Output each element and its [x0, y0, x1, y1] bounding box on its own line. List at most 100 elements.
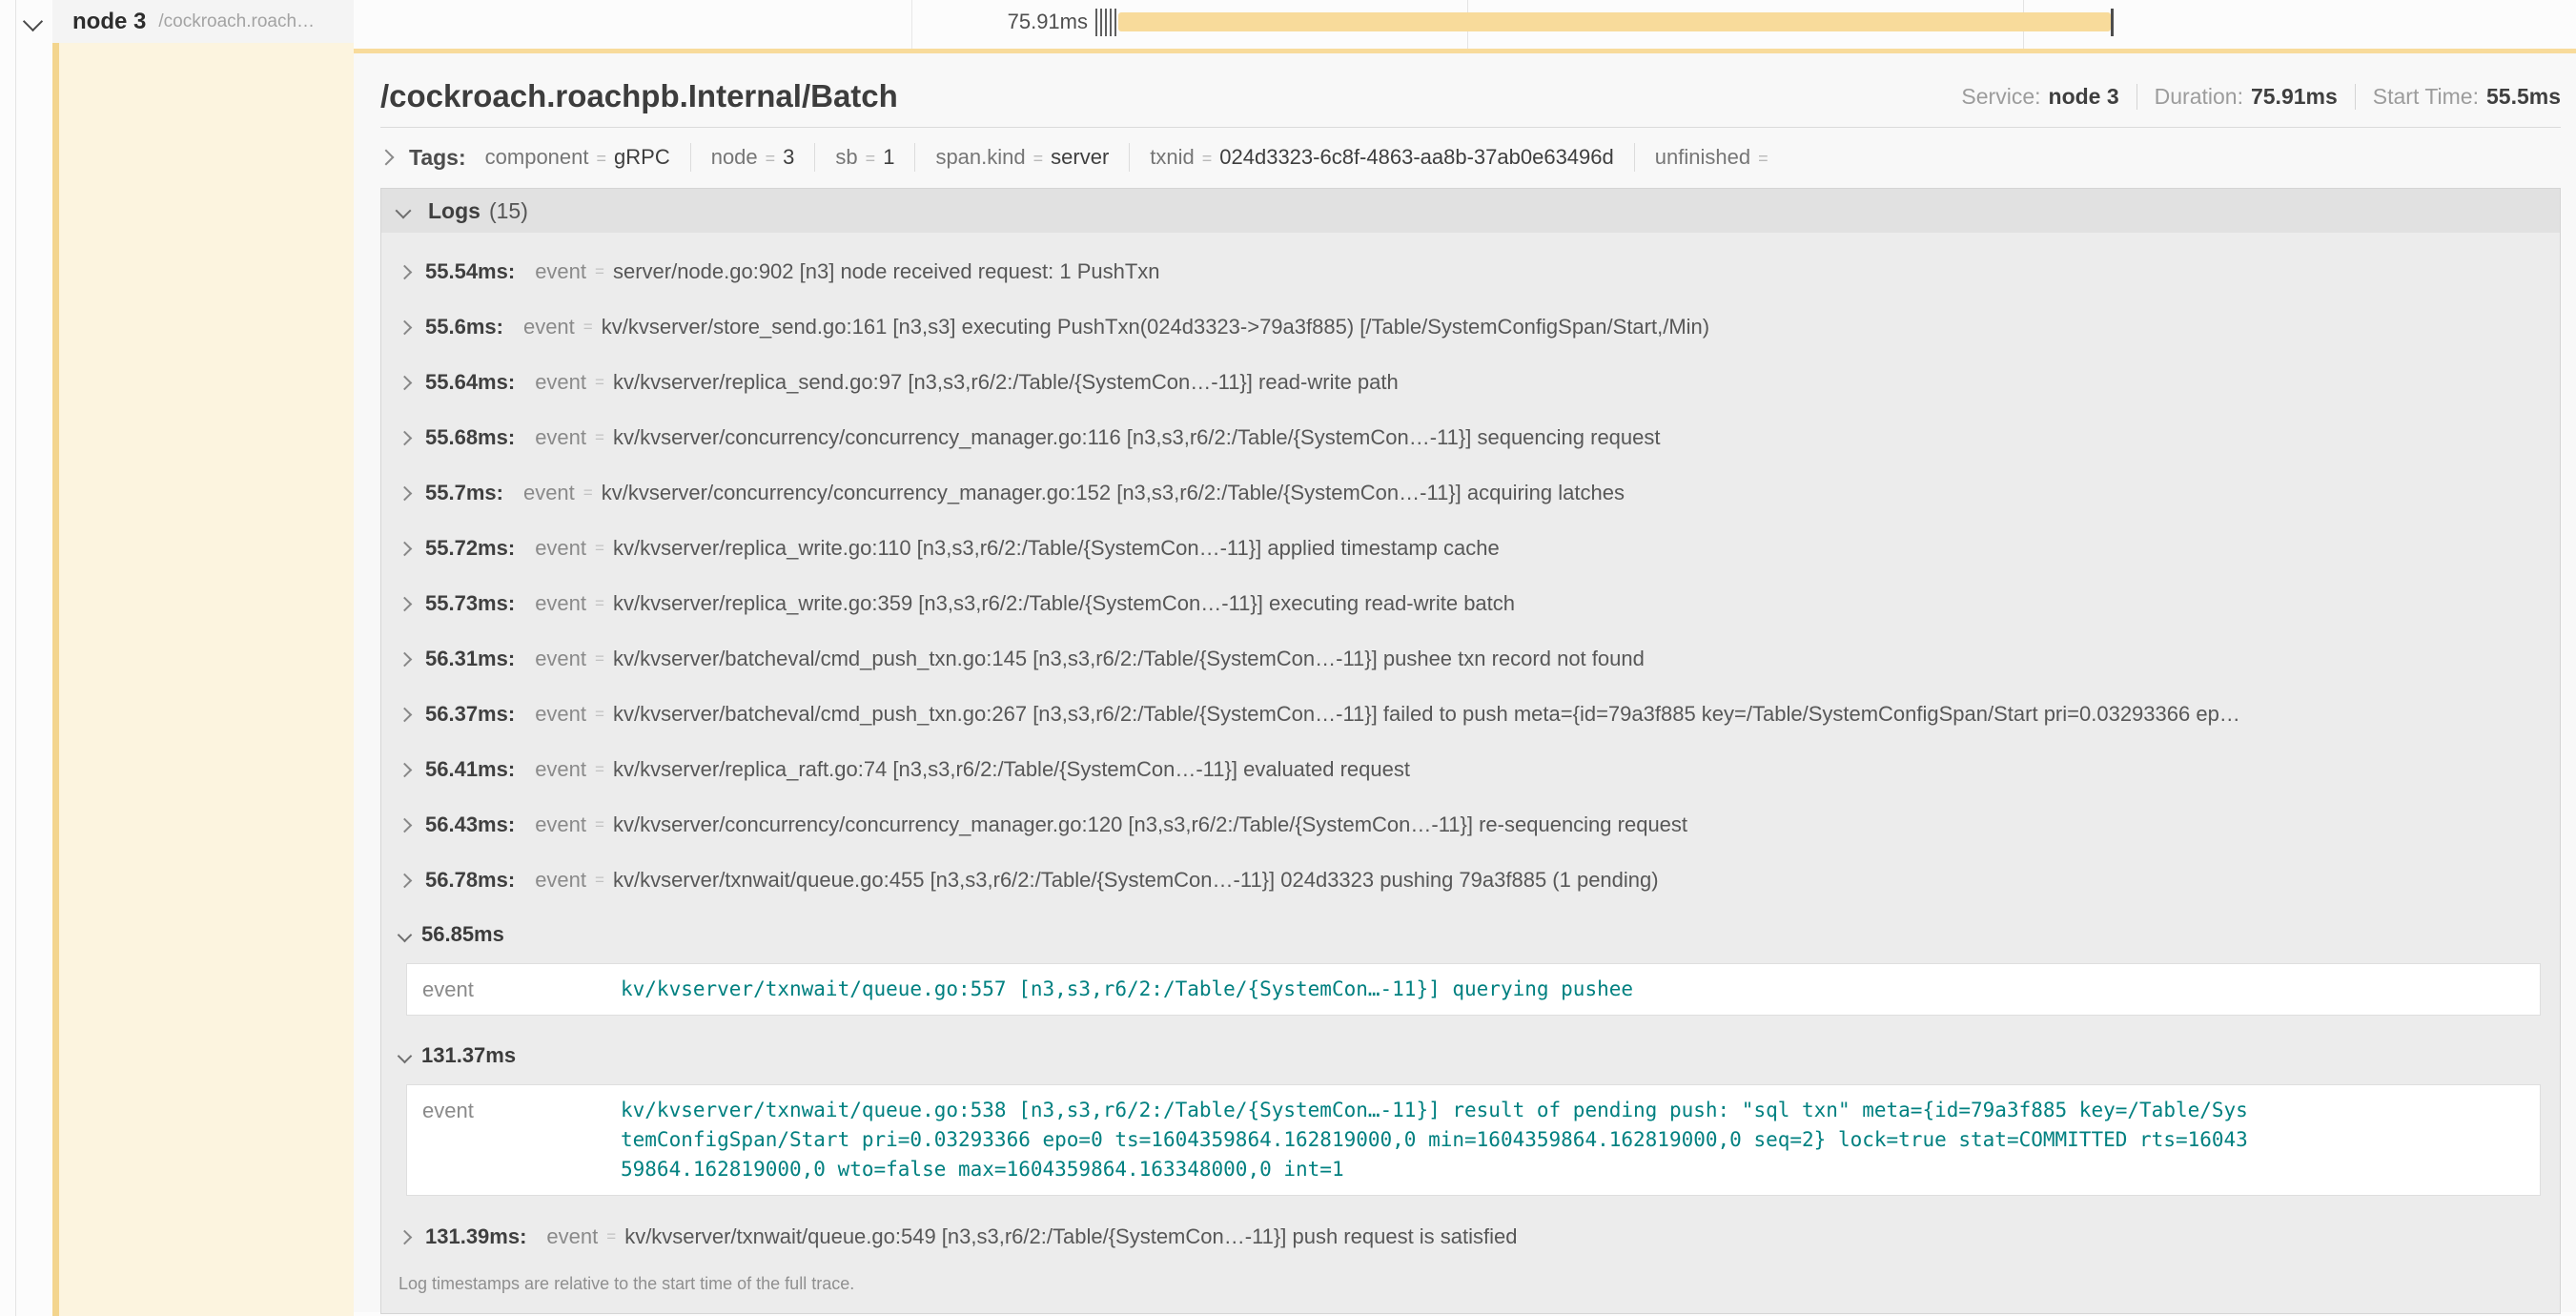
logs-title: Logs: [428, 198, 480, 224]
tag-equals: =: [866, 149, 876, 169]
log-entry-expanded-header[interactable]: 56.85ms: [397, 908, 2546, 961]
log-entry-row[interactable]: 55.73ms:event=kv/kvserver/replica_write.…: [397, 576, 2546, 631]
log-field-key: event: [422, 975, 621, 1004]
log-entry-row[interactable]: 56.43ms:event=kv/kvserver/concurrency/co…: [397, 797, 2546, 853]
log-equals: =: [595, 815, 604, 834]
overview-item: Service: node 3: [1961, 84, 2118, 110]
overview-label: Start Time:: [2373, 84, 2479, 109]
chevron-right-icon: [398, 485, 413, 501]
span-bar-row[interactable]: node 3 /cockroach.roach… 75.91ms: [0, 0, 2576, 43]
log-entry-row[interactable]: 56.41ms:event=kv/kvserver/replica_raft.g…: [397, 742, 2546, 797]
overview-label: Service:: [1961, 84, 2040, 109]
log-entry-row[interactable]: 55.64ms:event=kv/kvserver/replica_send.g…: [397, 355, 2546, 410]
log-equals: =: [595, 594, 604, 613]
log-timestamp: 55.7ms:: [425, 481, 503, 505]
overview-value: 55.5ms: [2486, 84, 2561, 109]
log-entry-row[interactable]: 55.7ms:event=kv/kvserver/concurrency/con…: [397, 465, 2546, 521]
log-field-key: event: [535, 370, 586, 395]
log-equals: =: [595, 871, 604, 890]
collapse-span-chevron-down-icon[interactable]: [23, 11, 43, 31]
log-timestamp: 55.68ms:: [425, 425, 515, 450]
log-keyvalues-table: eventkv/kvserver/txnwait/queue.go:557 [n…: [406, 963, 2541, 1016]
log-equals: =: [606, 1227, 616, 1246]
log-message: server/node.go:902 [n3] node received re…: [613, 259, 1160, 284]
tags-label: Tags:: [409, 145, 466, 171]
log-message: kv/kvserver/replica_raft.go:74 [n3,s3,r6…: [613, 757, 1410, 782]
log-timestamp: 55.54ms:: [425, 259, 515, 284]
log-field-key: event: [523, 481, 575, 505]
log-entry-row[interactable]: 56.37ms:event=kv/kvserver/batcheval/cmd_…: [397, 687, 2546, 742]
title-divider: [380, 127, 2561, 128]
log-timestamp: 56.37ms:: [425, 702, 515, 727]
tag-key: span.kind: [935, 145, 1025, 170]
chevron-down-icon: [398, 927, 413, 942]
log-field-key: event: [535, 647, 586, 671]
overview-item: Start Time: 55.5ms: [2373, 84, 2561, 110]
log-message: kv/kvserver/store_send.go:161 [n3,s3] ex…: [602, 315, 1709, 339]
span-overview: Service:node 3Duration:75.91msStart Time…: [1961, 84, 2561, 110]
log-field-key: event: [535, 702, 586, 727]
log-entry-row[interactable]: 55.68ms:event=kv/kvserver/concurrency/co…: [397, 410, 2546, 465]
overview-value: node 3: [2049, 84, 2119, 109]
tag-separator: [814, 143, 815, 172]
tag-equals: =: [1758, 149, 1768, 169]
tag-equals: =: [597, 149, 607, 169]
chevron-right-icon: [398, 541, 413, 556]
span-indent-column: [52, 43, 354, 1316]
log-equals: =: [595, 428, 604, 447]
log-timestamp: 131.37ms: [421, 1043, 516, 1068]
chevron-down-icon: [396, 203, 412, 219]
tag-key: node: [711, 145, 758, 170]
tag-key: sb: [835, 145, 857, 170]
chevron-right-icon: [398, 817, 413, 833]
tag-value: 3: [783, 145, 794, 170]
log-entry-row[interactable]: 55.72ms:event=kv/kvserver/replica_write.…: [397, 521, 2546, 576]
chevron-right-icon: [398, 264, 413, 279]
log-entry-row[interactable]: 131.39ms:event=kv/kvserver/txnwait/queue…: [397, 1209, 2546, 1265]
log-field-key: event: [535, 591, 586, 616]
logs-count: (15): [489, 198, 528, 224]
log-entry-row[interactable]: 56.31ms:event=kv/kvserver/batcheval/cmd_…: [397, 631, 2546, 687]
log-entry-row[interactable]: 56.78ms:event=kv/kvserver/txnwait/queue.…: [397, 853, 2546, 908]
logs-list: 55.54ms: event = server/node.go:902 [n3] no…: [381, 233, 2560, 1313]
chevron-right-icon: [378, 150, 395, 166]
span-duration-bar[interactable]: [1118, 12, 2111, 31]
span-detail-header: /cockroach.roachpb.Internal/Batch Servic…: [380, 76, 2561, 116]
log-equals: =: [583, 483, 593, 503]
log-entry-row[interactable]: 55.54ms:event=server/node.go:902 [n3] no…: [397, 244, 2546, 299]
logs-accordion-header[interactable]: Logs (15): [381, 189, 2560, 233]
log-message: kv/kvserver/replica_send.go:97 [n3,s3,r6…: [613, 370, 1399, 395]
chevron-right-icon: [398, 651, 413, 667]
log-message: kv/kvserver/batcheval/cmd_push_txn.go:14…: [613, 647, 1645, 671]
tag-separator: [914, 143, 915, 172]
span-end-log-tick: [2111, 9, 2114, 36]
log-timestamp: 55.64ms:: [425, 370, 515, 395]
timeline-left-rule: [15, 0, 16, 1316]
tags-accordion-header[interactable]: Tags: component=gRPCnode=3sb=1span.kind=…: [380, 136, 2561, 178]
tag-item: node=3: [711, 145, 795, 170]
overview-label: Duration:: [2155, 84, 2243, 109]
tag-separator: [1634, 143, 1635, 172]
tag-key: txnid: [1150, 145, 1194, 170]
log-message: kv/kvserver/concurrency/concurrency_mana…: [613, 425, 1661, 450]
logs-accordion: Logs (15) 55.54ms: event = server/node.go:9…: [380, 188, 2561, 1314]
log-message: kv/kvserver/txnwait/queue.go:455 [n3,s3,…: [613, 868, 1659, 893]
chevron-right-icon: [398, 1229, 413, 1244]
tag-value: server: [1051, 145, 1109, 170]
tag-item: unfinished=: [1655, 145, 1776, 170]
tag-separator: [690, 143, 691, 172]
chevron-right-icon: [398, 596, 413, 611]
span-name-cell[interactable]: node 3 /cockroach.roach…: [52, 0, 354, 43]
log-entry-expanded-header[interactable]: 131.37ms: [397, 1029, 2546, 1082]
log-message: kv/kvserver/replica_write.go:110 [n3,s3,…: [613, 536, 1500, 561]
log-entry-row[interactable]: 55.6ms:event=kv/kvserver/store_send.go:1…: [397, 299, 2546, 355]
log-timestamp: 55.73ms:: [425, 591, 515, 616]
log-tick-marks: [1095, 9, 1118, 36]
tag-equals: =: [1033, 149, 1044, 169]
log-timestamp: 56.43ms:: [425, 812, 515, 837]
trace-span-detail-view: node 3 /cockroach.roach… 75.91ms /cockro…: [0, 0, 2576, 1316]
log-field-key: event: [535, 812, 586, 837]
tag-value: 024d3323-6c8f-4863-aa8b-37ab0e63496d: [1219, 145, 1613, 170]
log-timestamp: 56.78ms:: [425, 868, 515, 893]
log-field-value: kv/kvserver/txnwait/queue.go:557 [n3,s3,…: [621, 975, 1633, 1004]
